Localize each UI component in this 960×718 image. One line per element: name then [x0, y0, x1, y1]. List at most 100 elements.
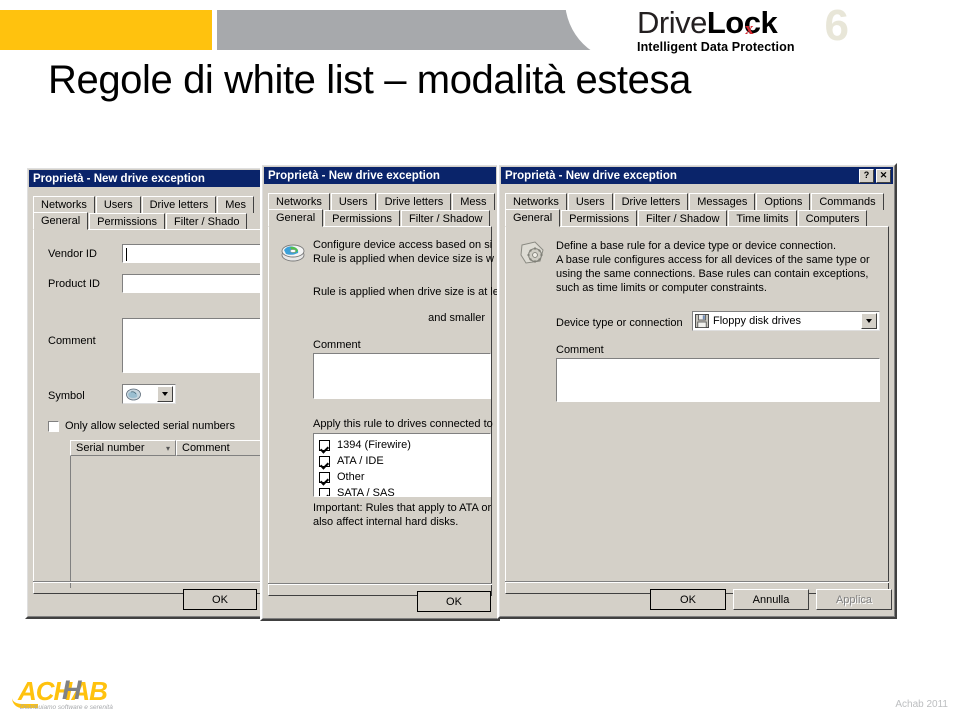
checkbox-other[interactable] — [319, 471, 330, 483]
dialog2-tabrow-2: General Permissions Filter / Shadow — [262, 209, 498, 227]
symbol-combobox[interactable] — [122, 384, 176, 404]
dialog3-tab-drive-letters[interactable]: Drive letters — [613, 193, 689, 210]
connection-item[interactable]: 1394 (Firewire) — [319, 437, 490, 453]
connection-label: 1394 (Firewire) — [337, 439, 411, 451]
drivelock-logo: 6 DriveLock x Intelligent Data Protectio… — [637, 1, 849, 58]
dialog1-comment-textarea[interactable] — [122, 318, 271, 373]
dialog2-tab-filter-shadow[interactable]: Filter / Shadow — [401, 210, 491, 227]
connection-item[interactable]: ATA / IDE — [319, 453, 490, 469]
dialog3-apply-button[interactable]: Applica — [816, 589, 892, 610]
dialog1-tab-messages[interactable]: Mes — [217, 196, 255, 213]
help-icon[interactable]: ? — [859, 168, 874, 183]
product-id-input[interactable] — [122, 274, 271, 293]
dialog2-tab-messages[interactable]: Mess — [452, 193, 495, 210]
dialog-drive-exception-2[interactable]: Proprietà - New drive exception Networks… — [260, 163, 500, 621]
dialog2-titlebar[interactable]: Proprietà - New drive exception — [264, 167, 496, 184]
drivelock-version-6: 6 — [824, 1, 849, 50]
dialog3-cancel-button[interactable]: Annulla — [733, 589, 809, 610]
dialog1-tab-permissions[interactable]: Permissions — [89, 213, 166, 230]
dialog1-tab-drive-letters[interactable]: Drive letters — [141, 196, 217, 213]
serial-number-list[interactable]: Serial number ▾ Comment — [70, 440, 271, 588]
dialog1-symbol-label: Symbol — [48, 390, 85, 402]
dialog-drive-exception-3[interactable]: Proprietà - New drive exception ? ✕ Netw… — [497, 163, 897, 619]
dialog2-rule-line: Rule is applied when drive size is at le — [313, 286, 499, 298]
close-icon[interactable]: ✕ — [876, 168, 891, 183]
dialog3-tab-filter-shadow[interactable]: Filter / Shadow — [638, 210, 728, 227]
dialog-drive-exception-1[interactable]: Proprietà - New drive exception Networks… — [25, 166, 273, 619]
dialog2-tab-users[interactable]: Users — [330, 193, 376, 210]
checkbox-sata-sas[interactable] — [319, 487, 330, 496]
dialog2-important-line2: also affect internal hard disks. — [313, 516, 459, 528]
dialog3-tab-general[interactable]: General — [505, 209, 561, 227]
dialog3-tabrow-2: General Permissions Filter / Shadow Time… — [499, 209, 895, 227]
dialog3-tab-networks[interactable]: Networks — [505, 193, 567, 210]
dialog2-tab-drive-letters[interactable]: Drive letters — [376, 193, 452, 210]
dialog1-tabrow-2: General Permissions Filter / Shado — [27, 212, 271, 230]
serial-list-body[interactable] — [70, 456, 271, 588]
only-allow-serial-checkbox[interactable] — [48, 420, 59, 432]
footer-copyright: Achab 2011 — [895, 699, 948, 710]
drivelock-x-icon: x — [745, 19, 754, 38]
dialog3-titlebar[interactable]: Proprietà - New drive exception ? ✕ — [501, 167, 893, 184]
floppy-disk-icon — [695, 314, 709, 328]
dialog1-tab-general[interactable]: General — [33, 212, 89, 230]
dialog1-titlebar[interactable]: Proprietà - New drive exception — [29, 170, 269, 187]
drivelock-tagline: Intelligent Data Protection — [637, 40, 795, 54]
connection-item[interactable]: Other — [319, 469, 490, 485]
col-comment: Comment — [176, 440, 271, 456]
dialog2-tab-permissions[interactable]: Permissions — [324, 210, 401, 227]
dialog1-tabrow-1: Networks Users Drive letters Mes — [27, 195, 271, 213]
dialog3-ok-button[interactable]: OK — [650, 589, 726, 610]
device-type-combo-arrow[interactable] — [861, 313, 877, 329]
dialog2-apply-label: Apply this rule to drives connected to — [313, 418, 493, 430]
vendor-id-input[interactable] — [122, 244, 271, 263]
dialog3-tab-time-limits[interactable]: Time limits — [728, 210, 797, 227]
dialog1-tab-networks[interactable]: Networks — [33, 196, 95, 213]
dialog2-tabrow-1: Networks Users Drive letters Mess — [262, 192, 498, 210]
dialog1-tab-filter-shadow[interactable]: Filter / Shado — [166, 213, 248, 230]
dialog2-tab-general[interactable]: General — [268, 209, 324, 227]
dialog2-comment-textarea[interactable] — [313, 353, 491, 399]
only-allow-serial-label: Only allow selected serial numbers — [65, 420, 235, 432]
dialog3-desc-line-3: using the same connections. Base rules c… — [556, 268, 869, 280]
dialog3-tabrow-1: Networks Users Drive letters Messages Op… — [499, 192, 895, 210]
dialog2-intro-line1: Configure device access based on si — [313, 239, 493, 251]
dialog3-tab-messages[interactable]: Messages — [689, 193, 756, 210]
connections-checkbox-list[interactable]: 1394 (Firewire) ATA / IDE Other SATA / S… — [313, 433, 491, 497]
dialog1-product-id-label: Product ID — [48, 278, 100, 290]
dialog3-tab-computers[interactable]: Computers — [797, 210, 868, 227]
globe-disc-icon — [126, 388, 141, 400]
dialog2-tab-networks[interactable]: Networks — [268, 193, 330, 210]
checkbox-ata-ide[interactable] — [319, 455, 330, 467]
dialog1-ok-button[interactable]: OK — [183, 589, 257, 610]
dialog3-buttonbar: OK Annulla Applica — [499, 581, 895, 617]
symbol-combo-arrow[interactable] — [157, 386, 173, 402]
device-type-combobox[interactable]: Floppy disk drives — [692, 311, 880, 331]
dialog3-tab-users[interactable]: Users — [567, 193, 613, 210]
col-serial-number[interactable]: Serial number ▾ — [70, 440, 176, 456]
dialog3-desc-line-1: Define a base rule for a device type or … — [556, 240, 837, 252]
dialog2-tab-panel: Configure device access based on si Rule… — [268, 226, 498, 596]
dialog3-tab-options[interactable]: Options — [756, 193, 811, 210]
achab-tagline: Distribuiamo software e serenità — [20, 704, 113, 711]
dialog3-comment-label: Comment — [556, 344, 604, 356]
dialog3-tab-permissions[interactable]: Permissions — [561, 210, 638, 227]
achab-h-mark: H — [62, 675, 82, 705]
gear-rule-icon — [518, 239, 548, 270]
dialog1-comment-label: Comment — [48, 335, 96, 347]
header-yellow-band — [0, 10, 212, 50]
dialog1-buttonbar: OK — [27, 581, 271, 617]
dialog1-tab-users[interactable]: Users — [95, 196, 141, 213]
dialog2-intro-line2: Rule is applied when device size is w — [313, 253, 494, 265]
dialog1-title: Proprietà - New drive exception — [33, 172, 205, 185]
drivelock-lock-text: Lock — [706, 5, 778, 40]
checkbox-1394-firewire[interactable] — [319, 439, 330, 451]
dialog3-comment-textarea[interactable] — [556, 358, 880, 402]
device-type-value: Floppy disk drives — [713, 315, 802, 327]
dialog3-tab-commands[interactable]: Commands — [811, 193, 884, 210]
connection-item[interactable]: SATA / SAS — [319, 485, 490, 496]
only-allow-serial-checkbox-row[interactable]: Only allow selected serial numbers — [48, 420, 235, 432]
connection-label: Other — [337, 471, 365, 483]
dialog2-ok-button[interactable]: OK — [417, 591, 491, 612]
dialog3-title: Proprietà - New drive exception — [505, 169, 677, 182]
